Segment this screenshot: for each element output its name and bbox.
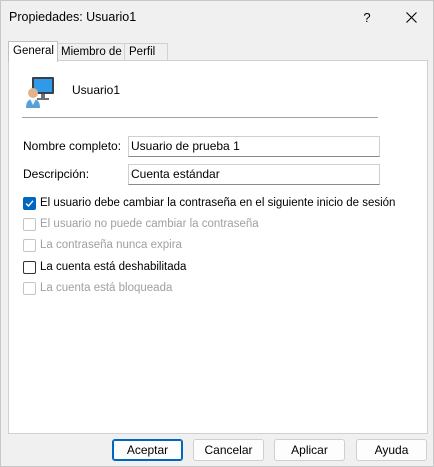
must-change-password-option[interactable]: El usuario debe cambiar la contraseña en… bbox=[23, 195, 395, 211]
close-icon bbox=[405, 11, 417, 23]
properties-dialog: Propiedades: Usuario1 ? General Miembro … bbox=[0, 0, 434, 467]
user-name: Usuario1 bbox=[72, 83, 121, 97]
user-monitor-icon bbox=[26, 77, 54, 108]
account-disabled-checkbox[interactable] bbox=[23, 260, 36, 274]
account-disabled-option[interactable]: La cuenta está deshabilitada bbox=[23, 259, 186, 275]
account-locked-label: La cuenta está bloqueada bbox=[40, 282, 173, 294]
general-tab-panel: Usuario1 Nombre completo: Usuario de pru… bbox=[8, 60, 428, 434]
checkmark-icon bbox=[25, 199, 34, 207]
description-field[interactable]: Cuenta estándar bbox=[128, 164, 380, 185]
close-button[interactable] bbox=[389, 1, 433, 33]
tab-profile[interactable]: Perfil bbox=[124, 43, 168, 61]
divider bbox=[22, 117, 378, 118]
full-name-label: Nombre completo: bbox=[23, 139, 122, 153]
help-icon: ? bbox=[363, 9, 371, 25]
password-never-expires-label: La contraseña nunca expira bbox=[40, 239, 182, 251]
tab-member-of[interactable]: Miembro de bbox=[56, 43, 126, 61]
account-locked-option[interactable]: La cuenta está bloqueada bbox=[23, 280, 172, 296]
must-change-password-checkbox[interactable] bbox=[23, 196, 36, 210]
cancel-button[interactable]: Cancelar bbox=[193, 439, 264, 461]
cannot-change-password-checkbox[interactable] bbox=[23, 217, 36, 231]
apply-button[interactable]: Aplicar bbox=[274, 439, 345, 461]
account-disabled-label: La cuenta está deshabilitada bbox=[40, 261, 187, 273]
help-title-button[interactable]: ? bbox=[345, 1, 389, 33]
must-change-password-label: El usuario debe cambiar la contraseña en… bbox=[40, 197, 396, 209]
account-locked-checkbox[interactable] bbox=[23, 281, 36, 295]
password-never-expires-checkbox[interactable] bbox=[23, 238, 36, 252]
ok-button[interactable]: Aceptar bbox=[112, 439, 183, 461]
description-label: Descripción: bbox=[23, 167, 90, 181]
title-bar[interactable]: Propiedades: Usuario1 ? bbox=[1, 1, 433, 33]
full-name-field[interactable]: Usuario de prueba 1 bbox=[128, 136, 380, 157]
cannot-change-password-label: El usuario no puede cambiar la contraseñ… bbox=[40, 218, 259, 230]
window-title: Propiedades: Usuario1 bbox=[9, 10, 137, 24]
tab-general[interactable]: General bbox=[8, 41, 58, 62]
help-button[interactable]: Ayuda bbox=[356, 439, 427, 461]
password-never-expires-option[interactable]: La contraseña nunca expira bbox=[23, 237, 182, 253]
cannot-change-password-option[interactable]: El usuario no puede cambiar la contraseñ… bbox=[23, 216, 259, 232]
